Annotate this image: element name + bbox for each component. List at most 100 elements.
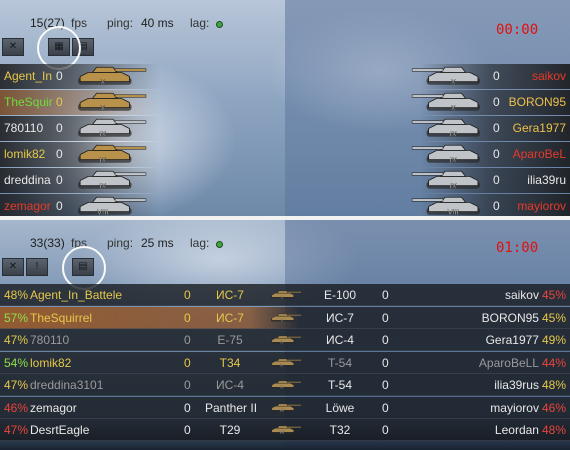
svg-text:IX: IX [450,182,457,191]
enemy-win-rate: 48% [541,423,566,437]
enemy-name: saikov [504,288,539,302]
fps-value: 33(33) [30,236,65,250]
player-row[interactable]: TheSquir 0 X X 0 BORON95 [0,90,570,115]
player-row[interactable]: 47% DesrtEagle 0 T29 VIII T32 0 Leordan 48% [0,419,570,441]
ally-frags: 0 [184,423,191,437]
ally-frags: 0 [56,69,63,83]
enemy-name: Leordan [494,423,539,437]
enemy-name: ilia39ru [527,173,566,187]
ally-frags: 0 [56,199,63,213]
ally-tank-icon: X [76,65,148,91]
ally-frags: 0 [56,147,63,161]
ally-win-rate: 48% [4,288,29,302]
player-row[interactable]: 47% dreddina3101 0 ИС-4 IX T-54 0 ilia39rus 48% [0,374,570,396]
player-row[interactable]: lomik82 0 IX IX 0 AparoBeL [0,142,570,167]
ally-name: lomik82 [30,355,72,370]
enemy-player: Leordan 48% [495,423,566,437]
ally-tank-name: ИС-4 [216,378,244,392]
ally-frags: 0 [56,95,63,109]
enemy-tank-icon: VIII [408,195,480,217]
enemy-win-rate: 45% [541,288,566,302]
performance-header: 33(33) fps ping: 25 ms lag: [0,236,300,254]
svg-text:IX: IX [99,156,106,165]
ally-name: dreddina [4,173,51,187]
enemy-win-rate: 44% [541,355,566,370]
ally-name: lomik82 [4,147,46,161]
ally-name: Agent_In_Battele [30,288,123,302]
enemy-frags: 0 [493,69,500,83]
ally-name: zemagor [4,199,51,213]
close-panel-button[interactable]: ✕ [2,38,24,56]
battle-panel-compact: 15(27) fps ping: 40 ms lag: 00:00 ✕ ▦ ▤ … [0,0,570,217]
ping-value: 40 ms [141,16,174,30]
enemy-player: mayiorov 46% [490,401,566,415]
ally-win-rate: 54% [4,355,29,370]
battle-timer: 00:00 [496,22,539,38]
ally-name: TheSquir [4,95,53,109]
enemy-frags: 0 [493,147,500,161]
enemy-tank-name: T-54 [327,378,352,392]
ally-tank-icon: X [76,91,148,117]
player-row[interactable]: 46% zemagor 0 Panther II VIII Löwe 0 mayiorov 46… [0,396,570,420]
enemy-tank-icon: X [408,91,480,117]
lag-indicator-icon [216,241,223,248]
enemy-player: AparoBeLL 44% [479,356,566,370]
ally-tank-icon: IX [76,169,148,195]
panel-alert-button[interactable]: ! [26,258,48,276]
ally-tank-name: ИС-7 [216,288,244,302]
enemy-frags: 0 [382,310,389,325]
fps-label: fps [71,16,88,30]
enemy-name: BORON95 [508,95,566,109]
enemy-frags: 0 [382,288,389,302]
ally-name: dreddina3101 [30,378,104,392]
ally-win-rate: 47% [4,378,29,392]
battle-panel-extended: 33(33) fps ping: 25 ms lag: 01:00 ✕ ! ▤ … [0,220,570,450]
ally-name: zemagor [30,400,77,415]
svg-text:IX: IX [99,182,106,191]
svg-text:X: X [100,104,105,113]
enemy-player: ilia39rus 48% [494,378,566,392]
player-row[interactable]: 48% Agent_In_Battele 0 ИС-7 X E-100 0 saikov 45% [0,284,570,306]
player-row[interactable]: 57% TheSquirrel 0 ИС-7 X ИС-7 0 BORON95 45% [0,306,570,330]
lag-indicator-icon [216,21,223,28]
enemy-name: mayiorov [517,199,566,213]
ping-label: ping: [107,236,134,250]
ally-frags: 0 [184,378,191,392]
ally-tank-icon: X [270,286,302,307]
enemy-tank-name: ИС-7 [326,310,354,325]
enemy-win-rate: 46% [541,400,566,415]
player-row[interactable]: Agent_In 0 X X 0 saikov [0,64,570,89]
enemy-frags: 0 [493,199,500,213]
ally-win-rate: 47% [4,423,29,437]
ping-value: 25 ms [141,236,174,250]
ally-win-rate: 47% [4,333,29,347]
enemy-frags: 0 [382,333,389,347]
enemy-frags: 0 [382,378,389,392]
ping-label: ping: [107,16,134,30]
player-row[interactable]: 780110 0 IX IX 0 Gera1977 [0,116,570,141]
svg-text:VIII: VIII [279,408,284,412]
enemy-name: mayiorov [490,400,539,415]
ally-tank-icon: X [270,309,302,330]
player-row[interactable]: 47% 780110 0 E-75 IX ИС-4 0 Gera1977 49% [0,329,570,351]
enemy-tank-icon: IX [408,143,480,169]
ally-frags: 0 [184,310,191,325]
player-row[interactable]: dreddina 0 IX IX 0 ilia39ru [0,168,570,193]
enemy-tank-name: Löwe [325,400,355,415]
enemy-frags: 0 [382,400,389,415]
ally-tank-icon: IX [270,376,302,397]
svg-text:X: X [451,78,456,87]
svg-text:IX: IX [99,130,106,139]
lag-label: lag: [190,236,210,250]
ally-frags: 0 [184,288,191,302]
player-row[interactable]: zemagor 0 VIII VIII 0 mayiorov [0,194,570,217]
enemy-win-rate: 49% [541,333,566,347]
ally-win-rate: 46% [4,400,29,415]
ally-tank-icon: VIII [76,195,148,217]
close-panel-button[interactable]: ✕ [2,258,24,276]
ally-tank-icon: VIII [270,399,302,420]
enemy-frags: 0 [493,121,500,135]
enemy-player: Gera1977 49% [486,333,566,347]
player-row[interactable]: 54% lomik82 0 T34 IX T-54 0 AparoBeLL 44% [0,351,570,374]
svg-text:VIII: VIII [279,431,284,435]
